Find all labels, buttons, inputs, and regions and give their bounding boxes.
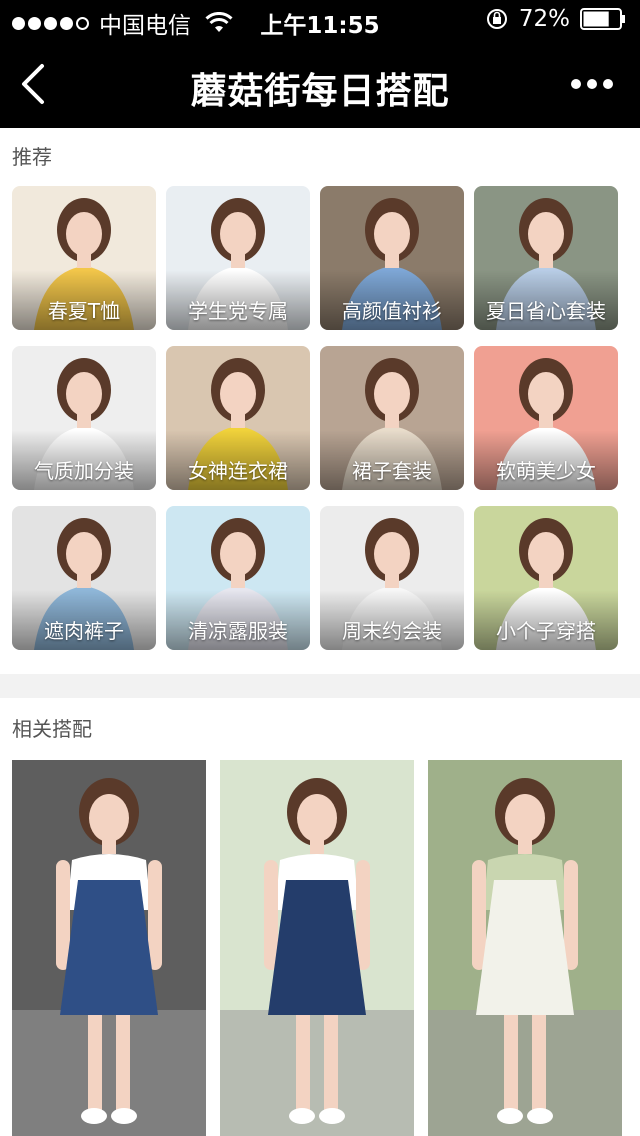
recommend-tile-label: 小个子穿搭 (496, 619, 596, 643)
recommend-tile[interactable]: 夏日省心套装 (474, 186, 618, 330)
recommend-title: 推荐 (12, 145, 52, 169)
page-title: 蘑菇街每日搭配 (190, 71, 450, 112)
rotation-lock-icon (486, 9, 507, 29)
outfit-photo (12, 760, 206, 1136)
outfit-card[interactable] (428, 760, 622, 1136)
recommend-section: 推荐 春夏T恤 学生党专属 高颜值衬衫 夏日省心套装气质加分装 女神连衣裙 裙子套装 软萌美… (0, 128, 640, 650)
recommend-tile[interactable]: 软萌美少女 (474, 346, 618, 490)
recommend-tile-label: 遮肉裤子 (44, 619, 124, 643)
recommend-tile[interactable]: 小个子穿搭 (474, 506, 618, 650)
recommend-grid: 春夏T恤 学生党专属 高颜值衬衫 夏日省心套装气质加分装 女神连衣裙 裙子套装 软萌美少女遮… (0, 186, 640, 650)
recommend-tile[interactable]: 气质加分装 (12, 346, 156, 490)
battery-percent: 72% (518, 6, 570, 32)
outfit-photo (428, 760, 622, 1136)
content: 推荐 春夏T恤 学生党专属 高颜值衬衫 夏日省心套装气质加分装 女神连衣裙 裙子套装 软萌美… (0, 128, 640, 1136)
recommend-tile-label: 夏日省心套装 (486, 299, 606, 323)
recommend-tile[interactable]: 春夏T恤 (12, 186, 156, 330)
outfit-card[interactable] (12, 760, 206, 1136)
more-dots-icon[interactable] (570, 74, 614, 94)
recommend-tile-label: 气质加分装 (34, 459, 134, 483)
recommend-tile[interactable]: 女神连衣裙 (166, 346, 310, 490)
recommend-tile-label: 学生党专属 (188, 299, 288, 323)
recommend-tile[interactable]: 高颜值衬衫 (320, 186, 464, 330)
recommend-tile-label: 春夏T恤 (47, 299, 121, 323)
recommend-tile-label: 裙子套装 (352, 459, 432, 483)
recommend-tile-label: 周末约会装 (342, 619, 442, 643)
recommend-tile-label: 清凉露服装 (188, 619, 288, 643)
related-cards (0, 760, 640, 1136)
nav-bar: 蘑菇街每日搭配 (0, 40, 640, 128)
recommend-tile[interactable]: 学生党专属 (166, 186, 310, 330)
recommend-tile-label: 女神连衣裙 (188, 459, 288, 483)
section-separator (0, 674, 640, 698)
recommend-tile[interactable]: 清凉露服装 (166, 506, 310, 650)
recommend-tile-label: 软萌美少女 (496, 459, 596, 483)
recommend-tile[interactable]: 裙子套装 (320, 346, 464, 490)
recommend-tile-label: 高颜值衬衫 (342, 299, 442, 323)
status-bar: 中国电信 上午11:55 72% (0, 0, 640, 40)
outfit-card[interactable] (220, 760, 414, 1136)
related-section: 相关搭配 (0, 698, 640, 1136)
recommend-tile[interactable]: 周末约会装 (320, 506, 464, 650)
outfit-photo (220, 760, 414, 1136)
recommend-tile[interactable]: 遮肉裤子 (12, 506, 156, 650)
related-title: 相关搭配 (12, 717, 92, 741)
battery-icon (580, 8, 625, 30)
status-right: 72% (485, 6, 626, 32)
